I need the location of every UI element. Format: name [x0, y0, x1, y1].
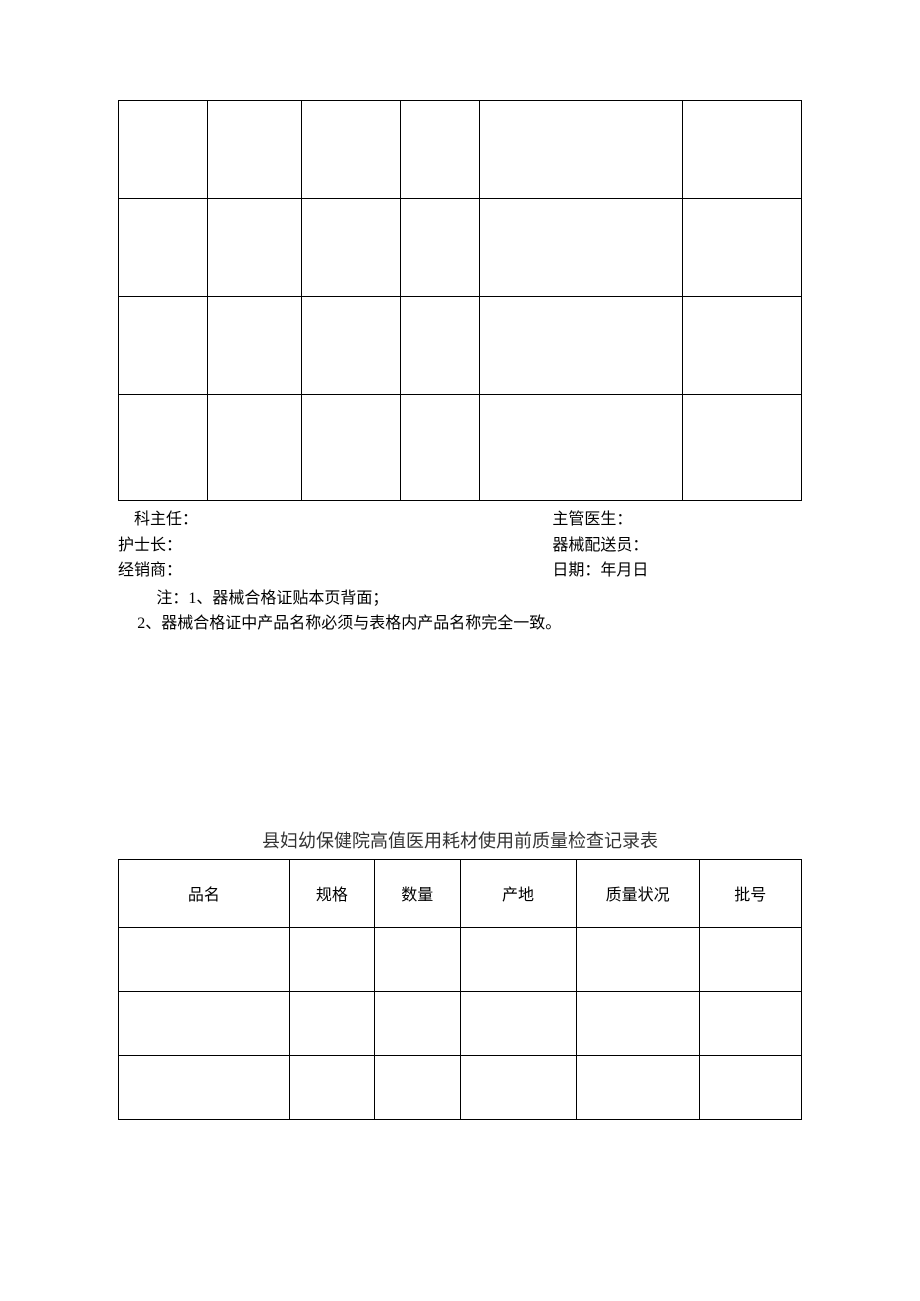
note-line-2: 2、器械合格证中产品名称必须与表格内产品名称完全一致。 — [118, 611, 802, 637]
quality-check-table: 品名 规格 数量 产地 质量状况 批号 — [118, 859, 802, 1120]
upper-table — [118, 100, 802, 501]
attending-label: 主管医生： — [552, 507, 802, 533]
table-row — [119, 199, 802, 297]
signature-block: 科主任： 主管医生： 护士长： 器械配送员： 经销商： 日期：年月日 — [118, 507, 802, 584]
table-row — [119, 1055, 802, 1119]
col-spec: 规格 — [289, 859, 374, 927]
dept-head-label: 科主任： — [118, 507, 552, 533]
table-row — [119, 927, 802, 991]
col-name: 品名 — [119, 859, 290, 927]
note-line-1: 注：1、器械合格证贴本页背面； — [118, 586, 802, 612]
table2-title: 县妇幼保健院高值医用耗材使用前质量检查记录表 — [118, 827, 802, 853]
dealer-label: 经销商： — [118, 558, 552, 584]
table-header-row: 品名 规格 数量 产地 质量状况 批号 — [119, 859, 802, 927]
head-nurse-label: 护士长： — [118, 533, 552, 559]
table-row — [119, 101, 802, 199]
date-label: 日期：年月日 — [552, 558, 802, 584]
delivery-label: 器械配送员： — [552, 533, 802, 559]
col-qty: 数量 — [375, 859, 460, 927]
col-origin: 产地 — [460, 859, 576, 927]
col-batch: 批号 — [699, 859, 801, 927]
notes-block: 注：1、器械合格证贴本页背面； 2、器械合格证中产品名称必须与表格内产品名称完全… — [118, 586, 802, 637]
table-row — [119, 297, 802, 395]
table-row — [119, 991, 802, 1055]
col-quality: 质量状况 — [576, 859, 699, 927]
table-row — [119, 395, 802, 501]
